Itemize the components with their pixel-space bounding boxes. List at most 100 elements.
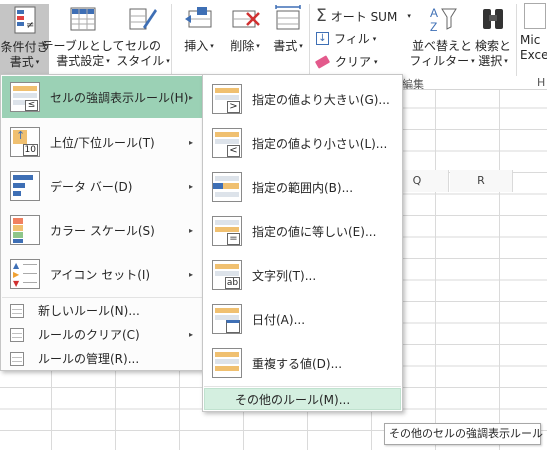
chevron-down-icon: ▾ xyxy=(407,12,411,20)
highlight-cells-icon: ≤ xyxy=(10,82,40,112)
fill-label: フィル xyxy=(334,32,370,46)
ribbon-separator xyxy=(171,4,172,76)
insert-button[interactable]: 挿入 ▾ xyxy=(176,3,222,54)
menu-item-label: カラー スケール(S) xyxy=(50,223,155,238)
submenu-item-date[interactable]: 日付(A)... xyxy=(204,298,401,340)
menu-separator xyxy=(2,297,202,298)
menu-item-clear-rules[interactable]: ルールのクリア(C) ▸ xyxy=(2,323,202,346)
ribbon-separator xyxy=(309,4,310,76)
chevron-down-icon: ▾ xyxy=(374,57,378,66)
table-label-2: 書式設定 xyxy=(56,54,105,68)
conditional-formatting-icon: ≠ xyxy=(9,4,41,36)
less-than-icon: < xyxy=(212,128,242,158)
between-icon xyxy=(212,172,242,202)
autosum-button[interactable]: Σ オート SUM ▾ xyxy=(316,6,411,26)
menu-item-icon-sets[interactable]: ▲ ▶ ▼ アイコン セット(I) ▸ xyxy=(2,253,202,295)
menu-item-label: データ バー(D) xyxy=(50,179,133,194)
chevron-down-icon: ▾ xyxy=(166,57,170,65)
highlight-cells-submenu: > 指定の値より大きい(G)... < 指定の値より小さい(L)... 指定の範… xyxy=(202,74,403,412)
cell-style-button[interactable]: セルの スタイル ▾ xyxy=(116,3,170,69)
insert-label: 挿入 xyxy=(184,39,209,53)
mic-label-1: Mic xyxy=(520,33,541,47)
clear-label: クリア xyxy=(335,55,372,69)
chevron-down-icon: ▾ xyxy=(372,34,377,43)
color-scale-icon xyxy=(10,215,40,245)
submenu-item-less-than[interactable]: < 指定の値より小さい(L)... xyxy=(204,122,401,164)
greater-than-icon-text: > xyxy=(227,101,240,113)
chevron-down-icon: ▾ xyxy=(35,58,40,66)
delete-button[interactable]: 削除 ▾ xyxy=(222,3,268,54)
format-label: 書式 xyxy=(273,39,298,53)
data-bar-icon xyxy=(10,171,40,201)
mic-label-2: Exce xyxy=(520,48,547,62)
equal-to-icon-text: = xyxy=(227,233,240,245)
new-rule-icon xyxy=(10,303,24,318)
group-label-h: H xyxy=(537,76,546,89)
sort-label-2: フィルター xyxy=(409,54,470,68)
find-select-button[interactable]: 検索と 選択 ▾ xyxy=(470,3,516,69)
menu-item-new-rule[interactable]: 新しいルール(N)... xyxy=(2,299,202,322)
sort-filter-button[interactable]: AZ 並べ替えと フィルター ▾ xyxy=(409,3,474,69)
submenu-item-label: 文字列(T)... xyxy=(252,268,317,283)
submenu-item-greater-than[interactable]: > 指定の値より大きい(G)... xyxy=(204,78,401,120)
sigma-icon: Σ xyxy=(316,6,327,26)
submenu-item-more-rules[interactable]: その他のルール(M)... xyxy=(204,388,401,410)
submenu-arrow-icon: ▸ xyxy=(188,330,193,339)
chevron-down-icon: ▾ xyxy=(256,42,260,50)
clear-button[interactable]: クリア ▾ xyxy=(314,53,378,70)
microsoft-excel-button[interactable]: Mic Exce xyxy=(520,3,547,63)
sort-filter-icon: AZ xyxy=(426,3,458,35)
submenu-item-label: 指定の値より小さい(L)... xyxy=(252,136,388,151)
ribbon-separator xyxy=(516,4,517,76)
equal-to-icon: = xyxy=(212,216,242,246)
greater-than-icon: > xyxy=(212,84,242,114)
conditional-label-2: 書式 xyxy=(9,55,34,69)
svg-text:A: A xyxy=(430,6,438,20)
text-contains-icon-text: ab xyxy=(225,277,240,289)
submenu-item-duplicate-values[interactable]: 重複する値(D)... xyxy=(204,342,401,384)
submenu-item-label: その他のルール(M)... xyxy=(235,392,351,407)
fill-button[interactable]: ↓ フィル ▾ xyxy=(316,30,376,47)
column-header-r[interactable]: R xyxy=(450,170,513,192)
menu-item-label: セルの強調表示ルール(H) xyxy=(50,90,189,105)
insert-cells-icon xyxy=(183,3,215,35)
submenu-item-between[interactable]: 指定の範囲内(B)... xyxy=(204,166,401,208)
find-label-1: 検索と xyxy=(474,39,511,53)
submenu-item-label: 重複する値(D)... xyxy=(252,356,343,371)
menu-separator xyxy=(204,386,401,387)
top-bottom-icon-text: 10 xyxy=(22,144,38,156)
menu-item-color-scales[interactable]: カラー スケール(S) ▸ xyxy=(2,209,202,251)
table-label-1: テーブルとして xyxy=(41,39,125,53)
cellstyle-label-1: セルの xyxy=(124,39,161,53)
tooltip: その他のセルの強調表示ルール xyxy=(384,423,543,445)
submenu-item-label: 指定の値に等しい(E)... xyxy=(252,224,377,239)
menu-item-label: アイコン セット(I) xyxy=(50,267,151,282)
format-as-table-button[interactable]: テーブルとして 書式設定 ▾ xyxy=(42,3,124,69)
menu-item-label: ルールの管理(R)... xyxy=(38,352,140,366)
delete-label: 削除 xyxy=(230,39,255,53)
clear-rules-icon xyxy=(10,327,24,342)
menu-item-highlight-cells-rules[interactable]: ≤ セルの強調表示ルール(H) ▸ xyxy=(2,76,202,118)
menu-item-top-bottom-rules[interactable]: ↑ 10 上位/下位ルール(T) ▸ xyxy=(2,121,202,163)
duplicate-values-icon xyxy=(212,348,242,378)
fill-down-icon: ↓ xyxy=(316,32,329,45)
menu-item-manage-rules[interactable]: ルールの管理(R)... xyxy=(2,347,202,370)
submenu-item-text-contains[interactable]: ab 文字列(T)... xyxy=(204,254,401,296)
find-label-2: 選択 xyxy=(478,54,503,68)
submenu-arrow-icon: ▸ xyxy=(188,269,193,279)
group-label-edit: 編集 xyxy=(402,78,424,90)
submenu-item-equal-to[interactable]: = 指定の値に等しい(E)... xyxy=(204,210,401,252)
autosum-label: オート SUM xyxy=(330,9,398,24)
chevron-down-icon: ▾ xyxy=(210,42,214,50)
text-contains-icon: ab xyxy=(212,260,242,290)
cell-style-icon xyxy=(127,3,159,35)
menu-item-data-bars[interactable]: データ バー(D) ▸ xyxy=(2,165,202,207)
sort-label-1: 並べ替えと xyxy=(412,39,473,53)
submenu-item-label: 日付(A)... xyxy=(252,312,306,327)
format-cells-icon xyxy=(272,3,304,35)
eraser-icon xyxy=(314,54,331,69)
format-button[interactable]: 書式 ▾ xyxy=(265,3,311,54)
office-icon xyxy=(524,3,546,29)
calendar-icon xyxy=(226,320,240,333)
date-occurring-icon xyxy=(212,304,242,334)
